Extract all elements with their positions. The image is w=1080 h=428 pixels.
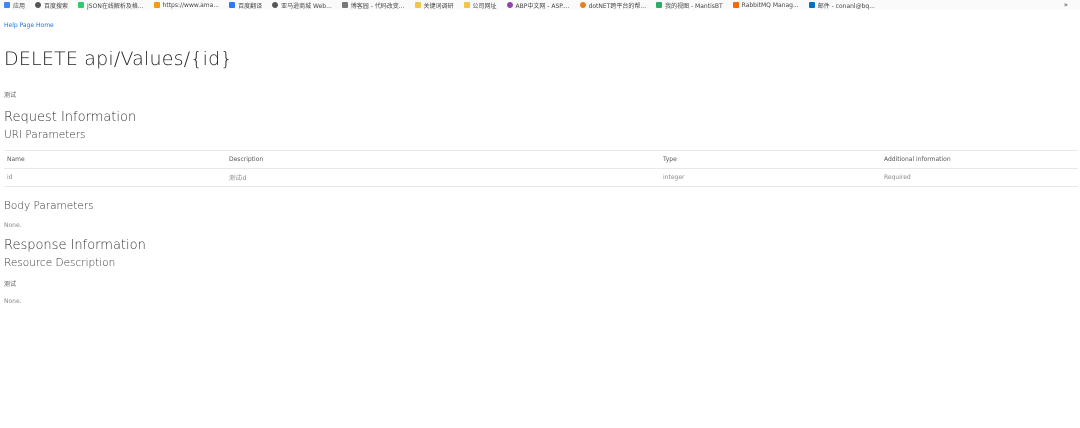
uri-parameters-table: Name Description Type Additional informa… xyxy=(4,150,1078,187)
blog-icon xyxy=(341,2,348,8)
bookmark-rabbitmq[interactable]: RabbitMQ Manag... xyxy=(732,2,799,9)
translate-icon xyxy=(229,2,236,8)
param-description-cell: 测试id xyxy=(226,168,660,187)
table-header-row: Name Description Type Additional informa… xyxy=(4,150,1078,169)
param-additional-info-cell: Required xyxy=(881,168,1078,187)
folder-icon xyxy=(463,2,470,8)
api-description: 测试 xyxy=(4,92,17,99)
apps-grid-icon xyxy=(4,2,10,8)
bookmark-abp[interactable]: ABP中文网 - ASP.... xyxy=(506,1,570,10)
bookmark-baidu-translate[interactable]: 百度翻译 xyxy=(229,1,262,10)
request-information-heading: Request Information xyxy=(4,110,137,125)
abp-icon xyxy=(506,2,513,8)
column-header-additional-info: Additional information xyxy=(881,150,1078,169)
bookmarks-bar: 应用 百度搜索 JSON在线解析及格... https://www.ama...… xyxy=(0,0,1080,10)
resource-description-heading: Resource Description xyxy=(4,257,116,269)
column-header-name: Name xyxy=(4,150,226,169)
bookmark-company-folder[interactable]: 公司网址 xyxy=(463,1,497,10)
globe-icon xyxy=(35,2,42,8)
page-title: DELETE api/Values/{id} xyxy=(4,48,233,70)
column-header-type: Type xyxy=(660,150,881,169)
bookmark-amazon-web[interactable]: 亚马逊商城 Web... xyxy=(272,1,332,10)
body-parameters-none: None. xyxy=(4,222,22,229)
resource-description-text: 测试 xyxy=(4,281,17,288)
body-parameters-heading: Body Parameters xyxy=(4,200,94,212)
help-page: Help Page Home DELETE api/Values/{id} 测试… xyxy=(0,10,1080,305)
mantis-icon xyxy=(656,2,663,8)
help-page-home-link[interactable]: Help Page Home xyxy=(4,22,54,29)
rabbitmq-icon xyxy=(732,2,739,8)
bookmark-mail[interactable]: 邮件 - conanl@bq... xyxy=(808,1,875,10)
resource-description-none: None. xyxy=(4,298,22,305)
bookmark-json[interactable]: JSON在线解析及格... xyxy=(78,1,144,10)
bookmark-baidu-search[interactable]: 百度搜索 xyxy=(35,1,68,10)
dotnet-icon xyxy=(579,2,586,8)
globe-icon xyxy=(272,2,279,8)
column-header-description: Description xyxy=(226,150,660,169)
response-information-heading: Response Information xyxy=(4,238,146,253)
bookmark-mantis[interactable]: 我的视图 - MantisBT xyxy=(656,1,723,10)
folder-icon xyxy=(414,2,421,8)
bookmark-keywords-folder[interactable]: 关键词调研 xyxy=(414,1,454,10)
bookmark-icon xyxy=(78,2,85,8)
bookmark-amazon[interactable]: https://www.ama... xyxy=(153,2,219,9)
mail-icon xyxy=(808,2,815,8)
bookmarks-more-button[interactable]: » xyxy=(1064,1,1076,9)
amazon-icon xyxy=(153,2,160,8)
uri-parameters-heading: URI Parameters xyxy=(4,129,86,141)
param-name-cell: id xyxy=(4,168,226,187)
table-row: id 测试id integer Required xyxy=(4,168,1078,187)
bookmark-dotnet[interactable]: dotNET跨平台的帮... xyxy=(579,1,646,10)
bookmark-cnblogs[interactable]: 博客园 - 代码改变... xyxy=(341,1,405,10)
param-type-cell: integer xyxy=(660,168,881,187)
bookmark-apps[interactable]: 应用 xyxy=(4,1,25,10)
